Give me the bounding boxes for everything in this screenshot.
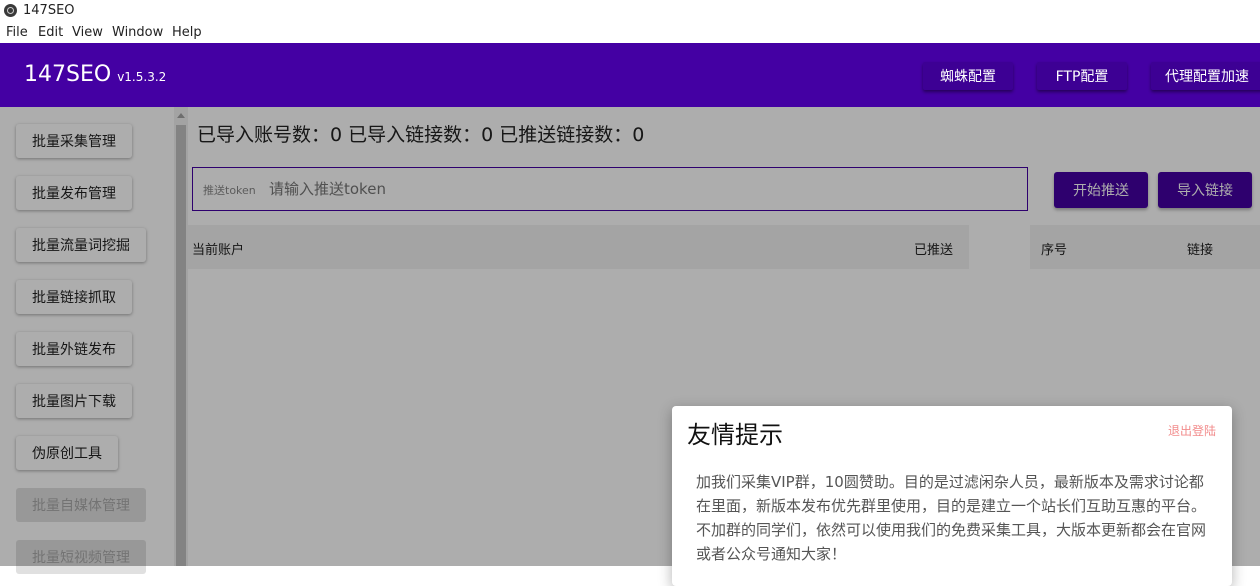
menu-bar: File Edit View Window Help	[0, 22, 1260, 43]
menu-window[interactable]: Window	[112, 25, 163, 40]
window-title: 147SEO	[23, 3, 75, 18]
logout-link[interactable]: 退出登陆	[1168, 422, 1216, 439]
dialog-body: 加我们采集VIP群，10圆赞助。目的是过滤闲杂人员，最新版本及需求讨论都在里面，…	[696, 473, 1207, 563]
ftp-config-button[interactable]: FTP配置	[1037, 62, 1127, 90]
menu-help[interactable]: Help	[172, 25, 202, 40]
menu-file[interactable]: File	[6, 25, 28, 40]
menu-view[interactable]: View	[72, 25, 103, 40]
brand: 147SEO v1.5.3.2	[24, 62, 166, 87]
version-label: v1.5.3.2	[117, 70, 167, 84]
menu-edit[interactable]: Edit	[38, 25, 63, 40]
brand-name: 147SEO	[24, 62, 112, 87]
app-header: 147SEO v1.5.3.2 蜘蛛配置 FTP配置 代理配置加速	[0, 43, 1260, 107]
app-icon	[4, 4, 17, 17]
notice-dialog: 友情提示 退出登陆 加我们采集VIP群，10圆赞助。目的是过滤闲杂人员，最新版本…	[672, 406, 1232, 586]
spider-config-button[interactable]: 蜘蛛配置	[923, 62, 1013, 90]
window-titlebar: 147SEO	[0, 0, 1260, 22]
proxy-config-button[interactable]: 代理配置加速	[1151, 62, 1260, 90]
dialog-title: 友情提示	[687, 421, 783, 449]
